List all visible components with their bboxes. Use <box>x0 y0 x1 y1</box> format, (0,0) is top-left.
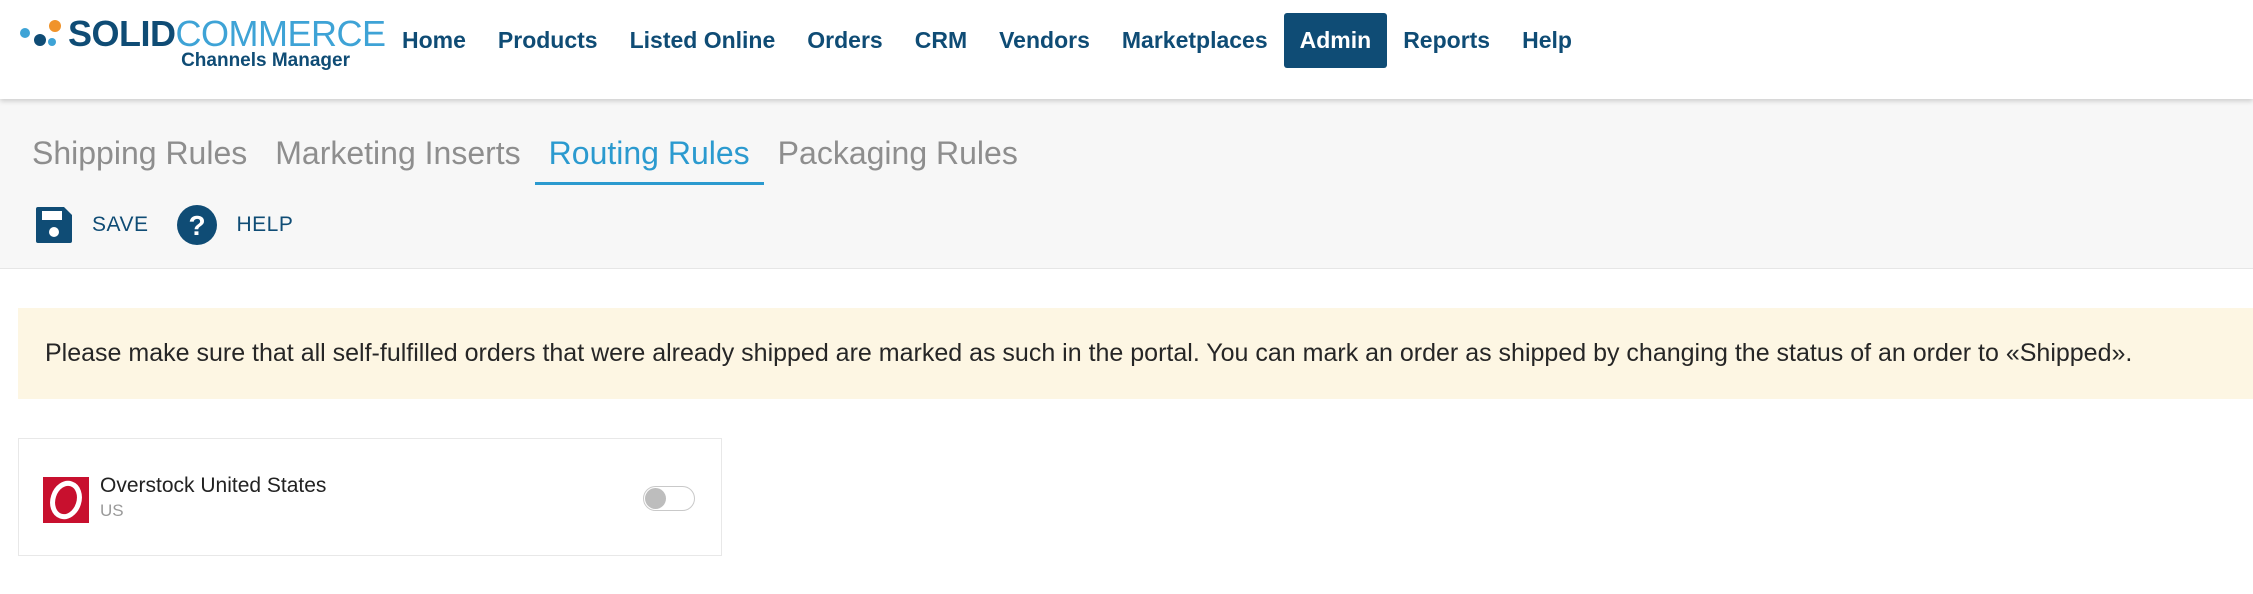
nav-item-products[interactable]: Products <box>482 13 614 68</box>
shipped-orders-alert: Please make sure that all self-fulfilled… <box>18 308 2253 399</box>
nav-item-admin[interactable]: Admin <box>1283 13 1388 68</box>
channel-name: Overstock United States <box>100 474 327 497</box>
toolbar: SAVE ? HELP <box>34 204 321 246</box>
help-icon: ? <box>177 205 218 245</box>
rules-tabs: Shipping Rules Marketing Inserts Routing… <box>18 129 1032 185</box>
toggle-knob <box>645 488 666 509</box>
brand-name-part2: COMMERCE <box>175 13 387 54</box>
channel-enable-toggle[interactable] <box>643 486 695 511</box>
solid-commerce-logo[interactable]: SOLIDCOMMERCE Channels Manager <box>18 14 386 71</box>
tab-marketing-inserts[interactable]: Marketing Inserts <box>261 129 534 185</box>
nav-item-listed-online[interactable]: Listed Online <box>614 13 792 68</box>
brand-name-part1: SOLID <box>68 13 176 54</box>
help-button-label: HELP <box>236 213 294 236</box>
logo-dots-icon <box>20 20 61 46</box>
brand-name: SOLIDCOMMERCE <box>68 14 386 54</box>
help-button[interactable]: ? HELP <box>176 204 293 246</box>
sub-header: Shipping Rules Marketing Inserts Routing… <box>0 99 2253 269</box>
nav-item-vendors[interactable]: Vendors <box>983 13 1106 68</box>
brand-subtitle: Channels Manager <box>181 50 350 71</box>
save-icon <box>36 207 72 243</box>
nav-item-marketplaces[interactable]: Marketplaces <box>1106 13 1284 68</box>
tab-packaging-rules[interactable]: Packaging Rules <box>764 129 1032 185</box>
tab-routing-rules[interactable]: Routing Rules <box>534 129 764 185</box>
nav-item-home[interactable]: Home <box>386 13 482 68</box>
top-navigation-bar: SOLIDCOMMERCE Channels Manager Home Prod… <box>0 0 2253 99</box>
nav-item-crm[interactable]: CRM <box>899 13 983 68</box>
tab-shipping-rules[interactable]: Shipping Rules <box>18 129 261 185</box>
nav-item-reports[interactable]: Reports <box>1387 13 1506 68</box>
overstock-logo-icon <box>43 477 89 523</box>
channel-country: US <box>100 501 124 520</box>
svg-text:?: ? <box>189 210 206 241</box>
nav-item-help[interactable]: Help <box>1506 13 1588 68</box>
save-button-label: SAVE <box>92 213 149 236</box>
nav-item-orders[interactable]: Orders <box>791 13 898 68</box>
save-button[interactable]: SAVE <box>34 205 148 245</box>
main-nav: Home Products Listed Online Orders CRM V… <box>386 13 1588 68</box>
channel-card: Overstock United States US <box>18 438 722 556</box>
alert-text: Please make sure that all self-fulfilled… <box>45 339 2133 367</box>
